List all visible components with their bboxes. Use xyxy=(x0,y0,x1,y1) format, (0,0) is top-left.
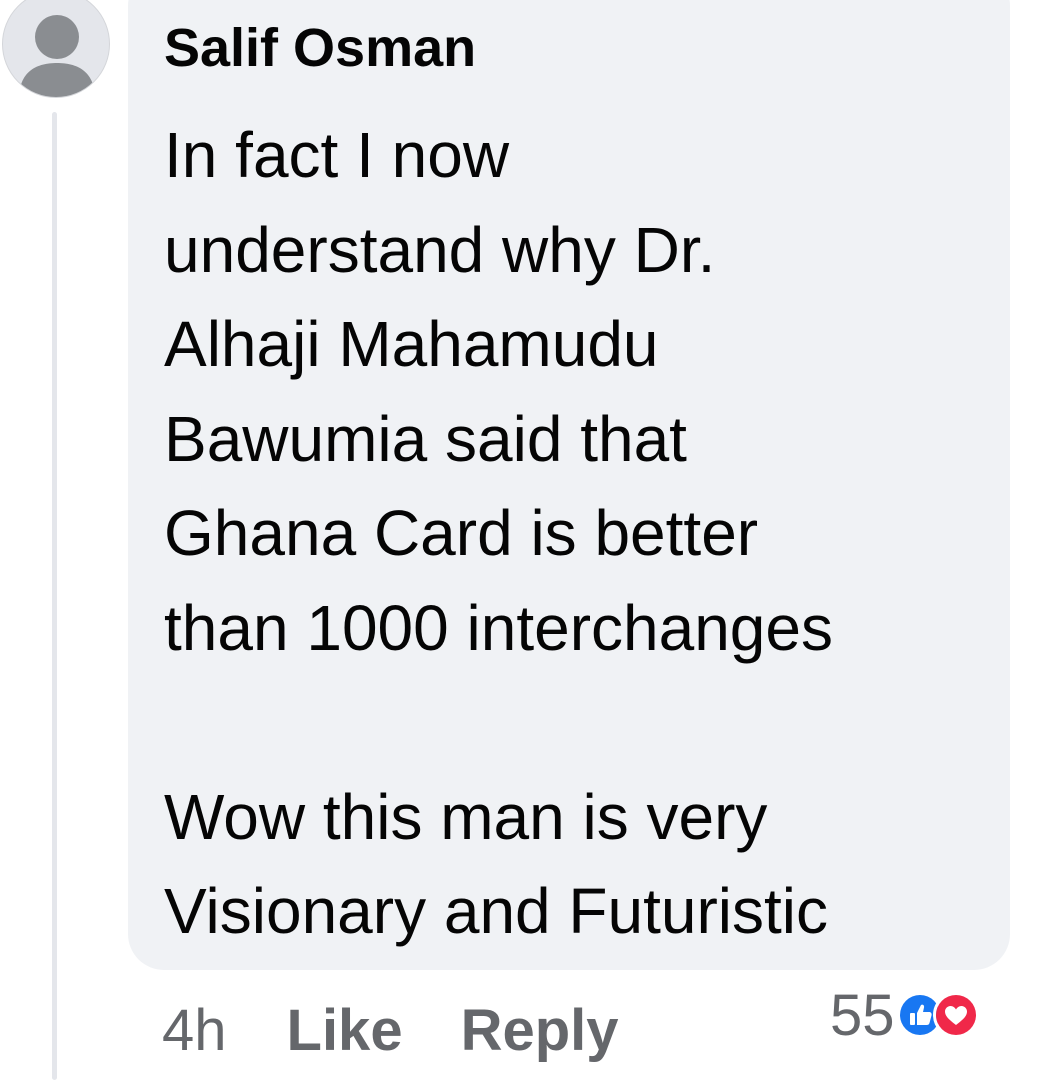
comment-timestamp[interactable]: 4h xyxy=(162,997,227,1064)
comment-text-blank-line xyxy=(164,675,994,770)
reply-button[interactable]: Reply xyxy=(461,997,619,1064)
reaction-icons xyxy=(896,992,979,1038)
comment-text-line: Visionary and Futuristic xyxy=(164,875,828,947)
reaction-count: 55 xyxy=(830,982,895,1048)
default-profile-icon xyxy=(19,15,95,97)
comment-text-line: In fact I now xyxy=(164,119,510,191)
comment-author-name[interactable]: Salif Osman xyxy=(164,15,476,81)
comment-text-line: than 1000 interchanges xyxy=(164,591,833,664)
comment-text-line: understand why Dr. xyxy=(164,213,716,286)
avatar[interactable] xyxy=(2,0,110,98)
comment-text-line: Ghana Card is better xyxy=(164,497,759,569)
thread-line xyxy=(52,112,57,1080)
comment-text: In fact I now understand why Dr. Alhaji … xyxy=(164,108,994,959)
reactions-summary[interactable]: 55 xyxy=(830,982,979,1048)
love-icon xyxy=(932,992,979,1038)
like-button[interactable]: Like xyxy=(287,997,403,1064)
comment-text-line: Wow this man is very xyxy=(164,780,768,853)
comment-text-line: Alhaji Mahamudu xyxy=(164,308,659,380)
comment-text-line: Bawumia said that xyxy=(164,402,687,475)
comment-actions: 4h Like Reply xyxy=(162,995,619,1065)
